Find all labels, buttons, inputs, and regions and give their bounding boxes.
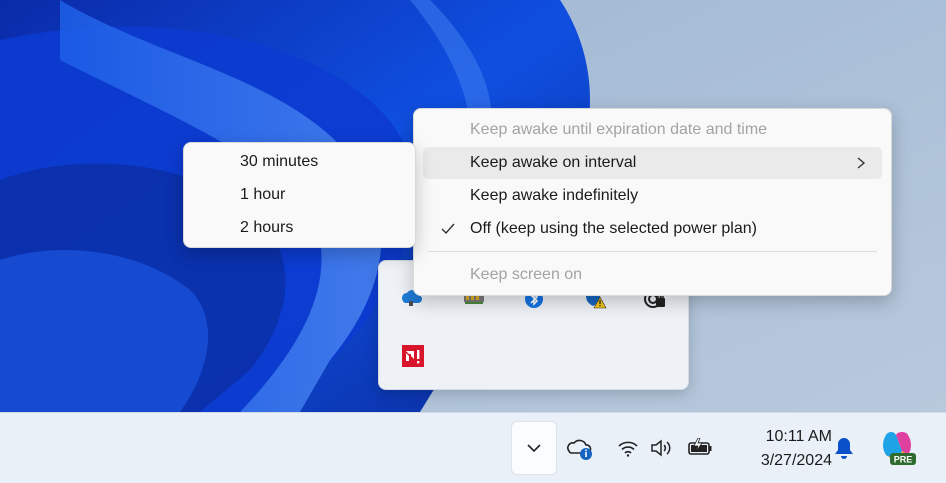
menu-item-label: Keep awake indefinitely bbox=[470, 187, 639, 204]
chevron-right-icon bbox=[857, 157, 866, 169]
menu-item-label: Keep awake on interval bbox=[470, 154, 637, 171]
clock-date: 3/27/2024 bbox=[760, 452, 832, 469]
submenu-item-30-minutes[interactable]: 30 minutes bbox=[193, 146, 406, 178]
taskbar: 10:11 AM 3/27/2024 PRE bbox=[0, 412, 946, 483]
checkmark-icon bbox=[441, 223, 455, 235]
copilot-preview-icon[interactable]: PRE bbox=[878, 429, 918, 467]
menu-item-keep-screen-on[interactable]: Keep screen on bbox=[423, 259, 882, 291]
awake-context-menu: Keep awake until expiration date and tim… bbox=[413, 108, 892, 296]
menu-separator bbox=[428, 251, 877, 252]
copilot-badge-text: PRE bbox=[894, 455, 913, 465]
notification-bell-icon[interactable] bbox=[832, 435, 856, 461]
menu-item-label: 2 hours bbox=[240, 219, 294, 236]
menu-item-keep-awake-indefinitely[interactable]: Keep awake indefinitely bbox=[423, 180, 882, 212]
menu-item-label: Off (keep using the selected power plan) bbox=[470, 220, 757, 237]
clock[interactable]: 10:11 AM 3/27/2024 bbox=[724, 425, 832, 473]
chevron-down-icon bbox=[527, 444, 541, 453]
menu-item-label: 30 minutes bbox=[240, 153, 319, 170]
submenu-item-2-hours[interactable]: 2 hours bbox=[193, 212, 406, 244]
menu-item-keep-awake-on-interval[interactable]: Keep awake on interval bbox=[423, 147, 882, 179]
onedrive-info-icon[interactable] bbox=[566, 435, 594, 461]
menu-item-label: Keep screen on bbox=[470, 266, 583, 283]
interval-submenu: 30 minutes 1 hour 2 hours bbox=[183, 142, 416, 248]
menu-item-label: 1 hour bbox=[240, 186, 286, 203]
wifi-icon[interactable] bbox=[616, 437, 640, 459]
volume-icon[interactable] bbox=[650, 437, 676, 459]
menu-item-off[interactable]: Off (keep using the selected power plan) bbox=[423, 213, 882, 245]
menu-item-keep-awake-until-expiration[interactable]: Keep awake until expiration date and tim… bbox=[423, 114, 882, 146]
submenu-item-1-hour[interactable]: 1 hour bbox=[193, 179, 406, 211]
show-hidden-icons-button[interactable] bbox=[511, 421, 557, 475]
amd-warning-icon[interactable] bbox=[401, 344, 425, 368]
clock-time: 10:11 AM bbox=[765, 428, 832, 445]
menu-item-label: Keep awake until expiration date and tim… bbox=[470, 121, 768, 138]
battery-charging-icon[interactable] bbox=[686, 437, 714, 459]
